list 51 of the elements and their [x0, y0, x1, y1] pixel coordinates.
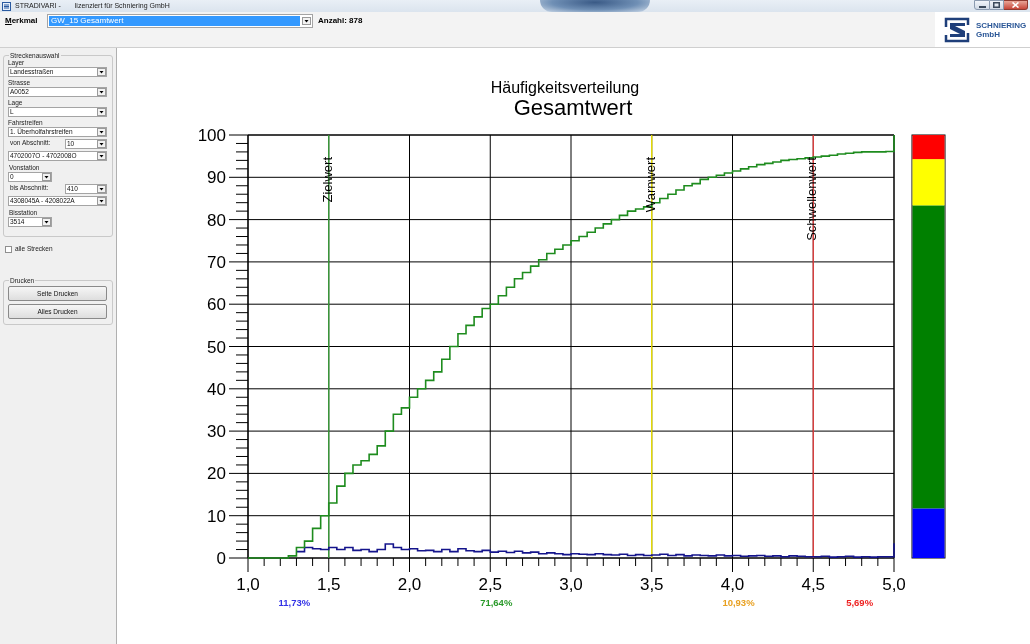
- x-tick-label: 5,0: [882, 575, 906, 594]
- y-tick-label: 100: [197, 126, 226, 145]
- dropdown-arrow-icon: [97, 185, 106, 193]
- minimize-button[interactable]: [974, 0, 990, 10]
- y-tick-label: 80: [207, 210, 226, 230]
- reference-line-label: Schwellenwert: [804, 157, 820, 241]
- x-tick-label: 1,5: [316, 575, 341, 594]
- logo-icon: [943, 16, 971, 43]
- y-tick-label: 60: [207, 295, 226, 315]
- dropdown-arrow-icon: [97, 68, 106, 76]
- x-tick-label: 3,5: [639, 575, 664, 594]
- y-tick-label: 50: [207, 337, 226, 357]
- dropdown-arrow-icon: [42, 173, 51, 181]
- maximize-button[interactable]: [990, 0, 1004, 10]
- feature-label: Merkmal: [5, 15, 39, 27]
- zone-percentage: 11,73%: [278, 597, 311, 608]
- x-tick-label: 2,5: [478, 575, 503, 594]
- x-tick-label: 2,0: [397, 575, 422, 594]
- y-tick-label: 90: [207, 168, 226, 188]
- zone-percentage: 5,69%: [846, 597, 874, 608]
- x-tick-label: 4,5: [801, 575, 826, 594]
- dropdown-arrow-icon: [97, 152, 106, 160]
- close-icon: [1012, 2, 1019, 8]
- x-tick-label: 1,0: [236, 575, 260, 594]
- zone-percentage: 71,64%: [480, 597, 513, 608]
- chart-title: Häufigkeitsverteilung: [490, 79, 640, 96]
- reference-line-label: Zielwert: [319, 157, 335, 203]
- dropdown-arrow-icon: [42, 218, 51, 226]
- y-tick-label: 70: [207, 252, 226, 272]
- company-suffix: GmbH: [976, 29, 1001, 39]
- checkbox[interactable]: [5, 245, 12, 253]
- y-tick-label: 20: [207, 464, 226, 484]
- dropdown-arrow-icon: [97, 197, 106, 205]
- dropdown-arrow-icon: [302, 17, 311, 25]
- reference-line-label: Warnwert: [642, 157, 658, 213]
- record-count: Anzahl: 878: [318, 15, 363, 27]
- dropdown-arrow-icon: [97, 88, 106, 96]
- dropdown-arrow-icon: [97, 140, 106, 148]
- maximize-icon: [993, 2, 1000, 8]
- zone-percentage: 10,93%: [722, 597, 755, 608]
- company-name: SCHNIERING: [976, 20, 1027, 30]
- close-button[interactable]: [1004, 0, 1028, 10]
- chart-subtitle: Gesamtwert: [513, 95, 633, 120]
- y-tick-label: 30: [207, 422, 226, 442]
- x-tick-label: 3,0: [559, 575, 583, 594]
- x-tick-label: 4,0: [720, 575, 745, 594]
- y-tick-label: 40: [207, 379, 226, 399]
- y-tick-label: 10: [207, 506, 226, 526]
- dropdown-arrow-icon: [97, 128, 106, 136]
- y-tick-label: 0: [216, 549, 226, 568]
- dropdown-arrow-icon: [97, 108, 106, 116]
